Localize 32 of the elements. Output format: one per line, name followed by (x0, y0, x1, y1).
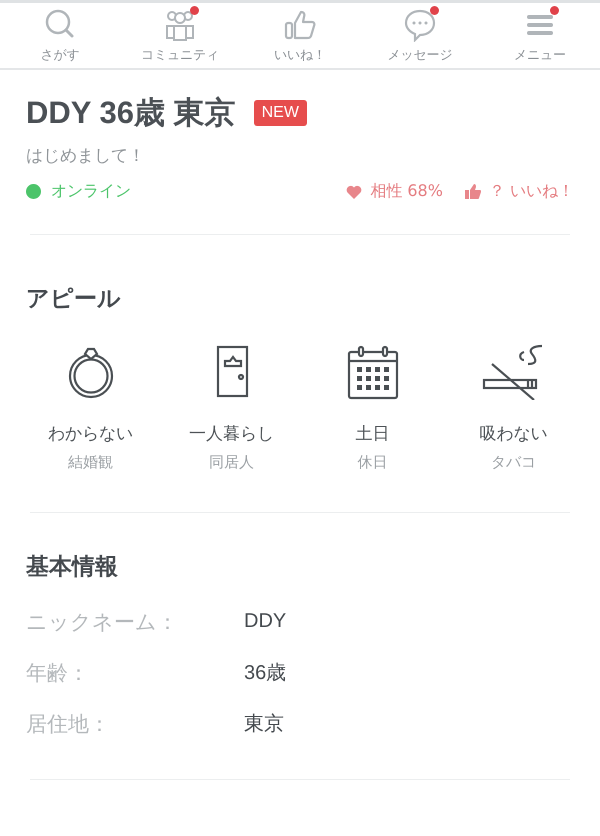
compatibility-text: 相性 68% (370, 181, 443, 202)
chat-bubble-icon (403, 8, 437, 42)
thumbs-up-icon (464, 184, 481, 199)
appeal-category: タバコ (491, 453, 536, 472)
greeting-text: はじめまして！ (26, 145, 146, 167)
profile-name: DDY 36歳 東京 (26, 94, 236, 132)
status-text: オンライン (51, 181, 131, 202)
nav-tab[interactable]: さがす (0, 3, 120, 68)
appeal-value: わからない (48, 423, 133, 445)
section-title: アピール (26, 285, 122, 314)
new-badge: NEW (254, 100, 307, 126)
section-title: 基本情報 (26, 553, 119, 582)
appeal-value: 吸わない (480, 423, 548, 445)
nav-tab[interactable]: いいね！ (240, 3, 360, 68)
likes-link[interactable]: ？ いいね！ (488, 181, 574, 202)
info-value: 東京 (244, 712, 284, 737)
appeal-value: 土日 (356, 423, 390, 445)
info-label: 居住地： (26, 710, 111, 738)
nav-tab[interactable]: メッセージ (360, 3, 480, 68)
nav-tab[interactable]: コミュニティ (120, 3, 240, 68)
info-label: 年齢： (26, 660, 90, 686)
info-label: ニックネーム： (26, 608, 179, 636)
people-icon (163, 8, 197, 42)
info-value: 36歳 (244, 661, 286, 686)
thumbs-up-icon (283, 8, 317, 42)
appeal-value: 一人暮らし (189, 423, 274, 445)
appeal-category: 休日 (358, 453, 388, 472)
appeal-category: 結婚観 (68, 453, 113, 472)
appeal-category: 同居人 (209, 453, 254, 472)
nav-tab[interactable]: メニュー (480, 3, 600, 68)
heart-icon (346, 184, 362, 198)
info-value: DDY (244, 610, 286, 633)
